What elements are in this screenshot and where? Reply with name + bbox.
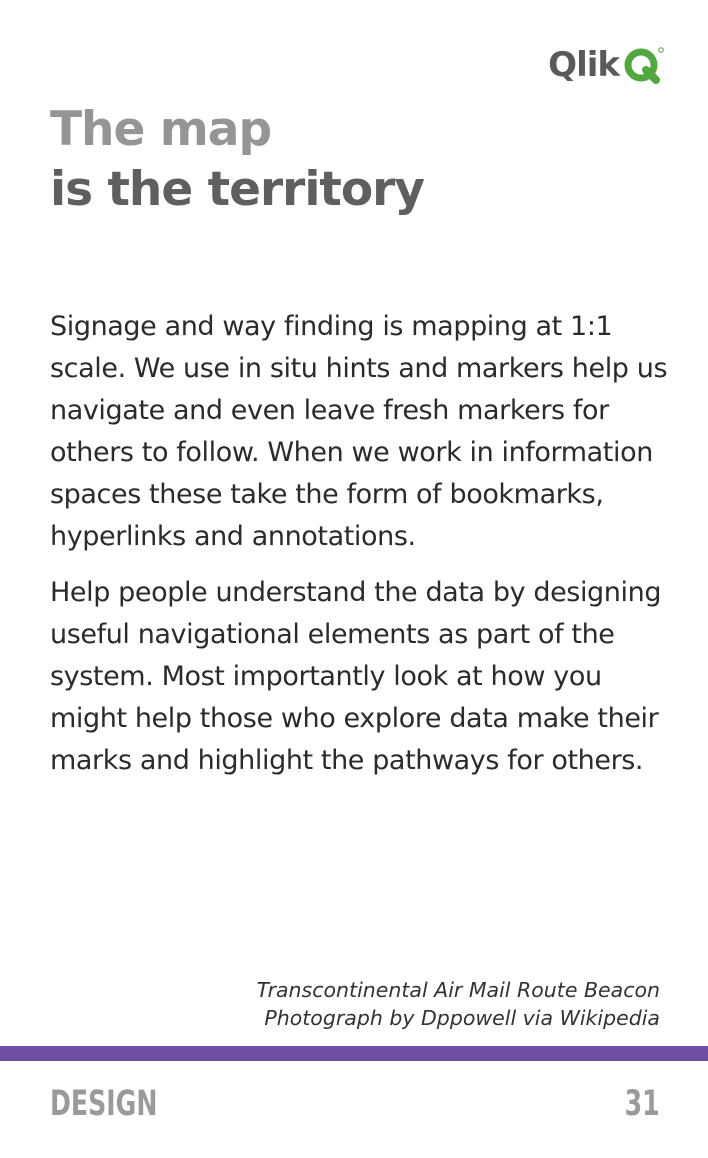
body-paragraph-1: Signage and way finding is mapping at 1:…	[50, 311, 668, 552]
body-text: Signage and way finding is mapping at 1:…	[50, 306, 670, 796]
qlik-logo: Qlik	[548, 44, 666, 86]
caption-line-2: Photograph by Dppowell via Wikipedia	[264, 1006, 660, 1030]
footer-color-band	[0, 1046, 708, 1061]
footer-section-label: DESIGN	[50, 1084, 158, 1124]
caption-line-1: Transcontinental Air Mail Route Beacon	[256, 978, 660, 1002]
title-line-1: The map	[50, 102, 272, 157]
photo-caption: Transcontinental Air Mail Route Beacon P…	[257, 976, 660, 1032]
logo-wordmark: Qlik	[548, 45, 620, 85]
page-number: 31	[624, 1084, 660, 1124]
qlik-q-icon	[624, 47, 664, 84]
title-line-2: is the territory	[50, 162, 425, 217]
page-title: The map is the territory	[50, 100, 425, 220]
body-paragraph-2: Help people understand the data by desig…	[50, 577, 662, 776]
